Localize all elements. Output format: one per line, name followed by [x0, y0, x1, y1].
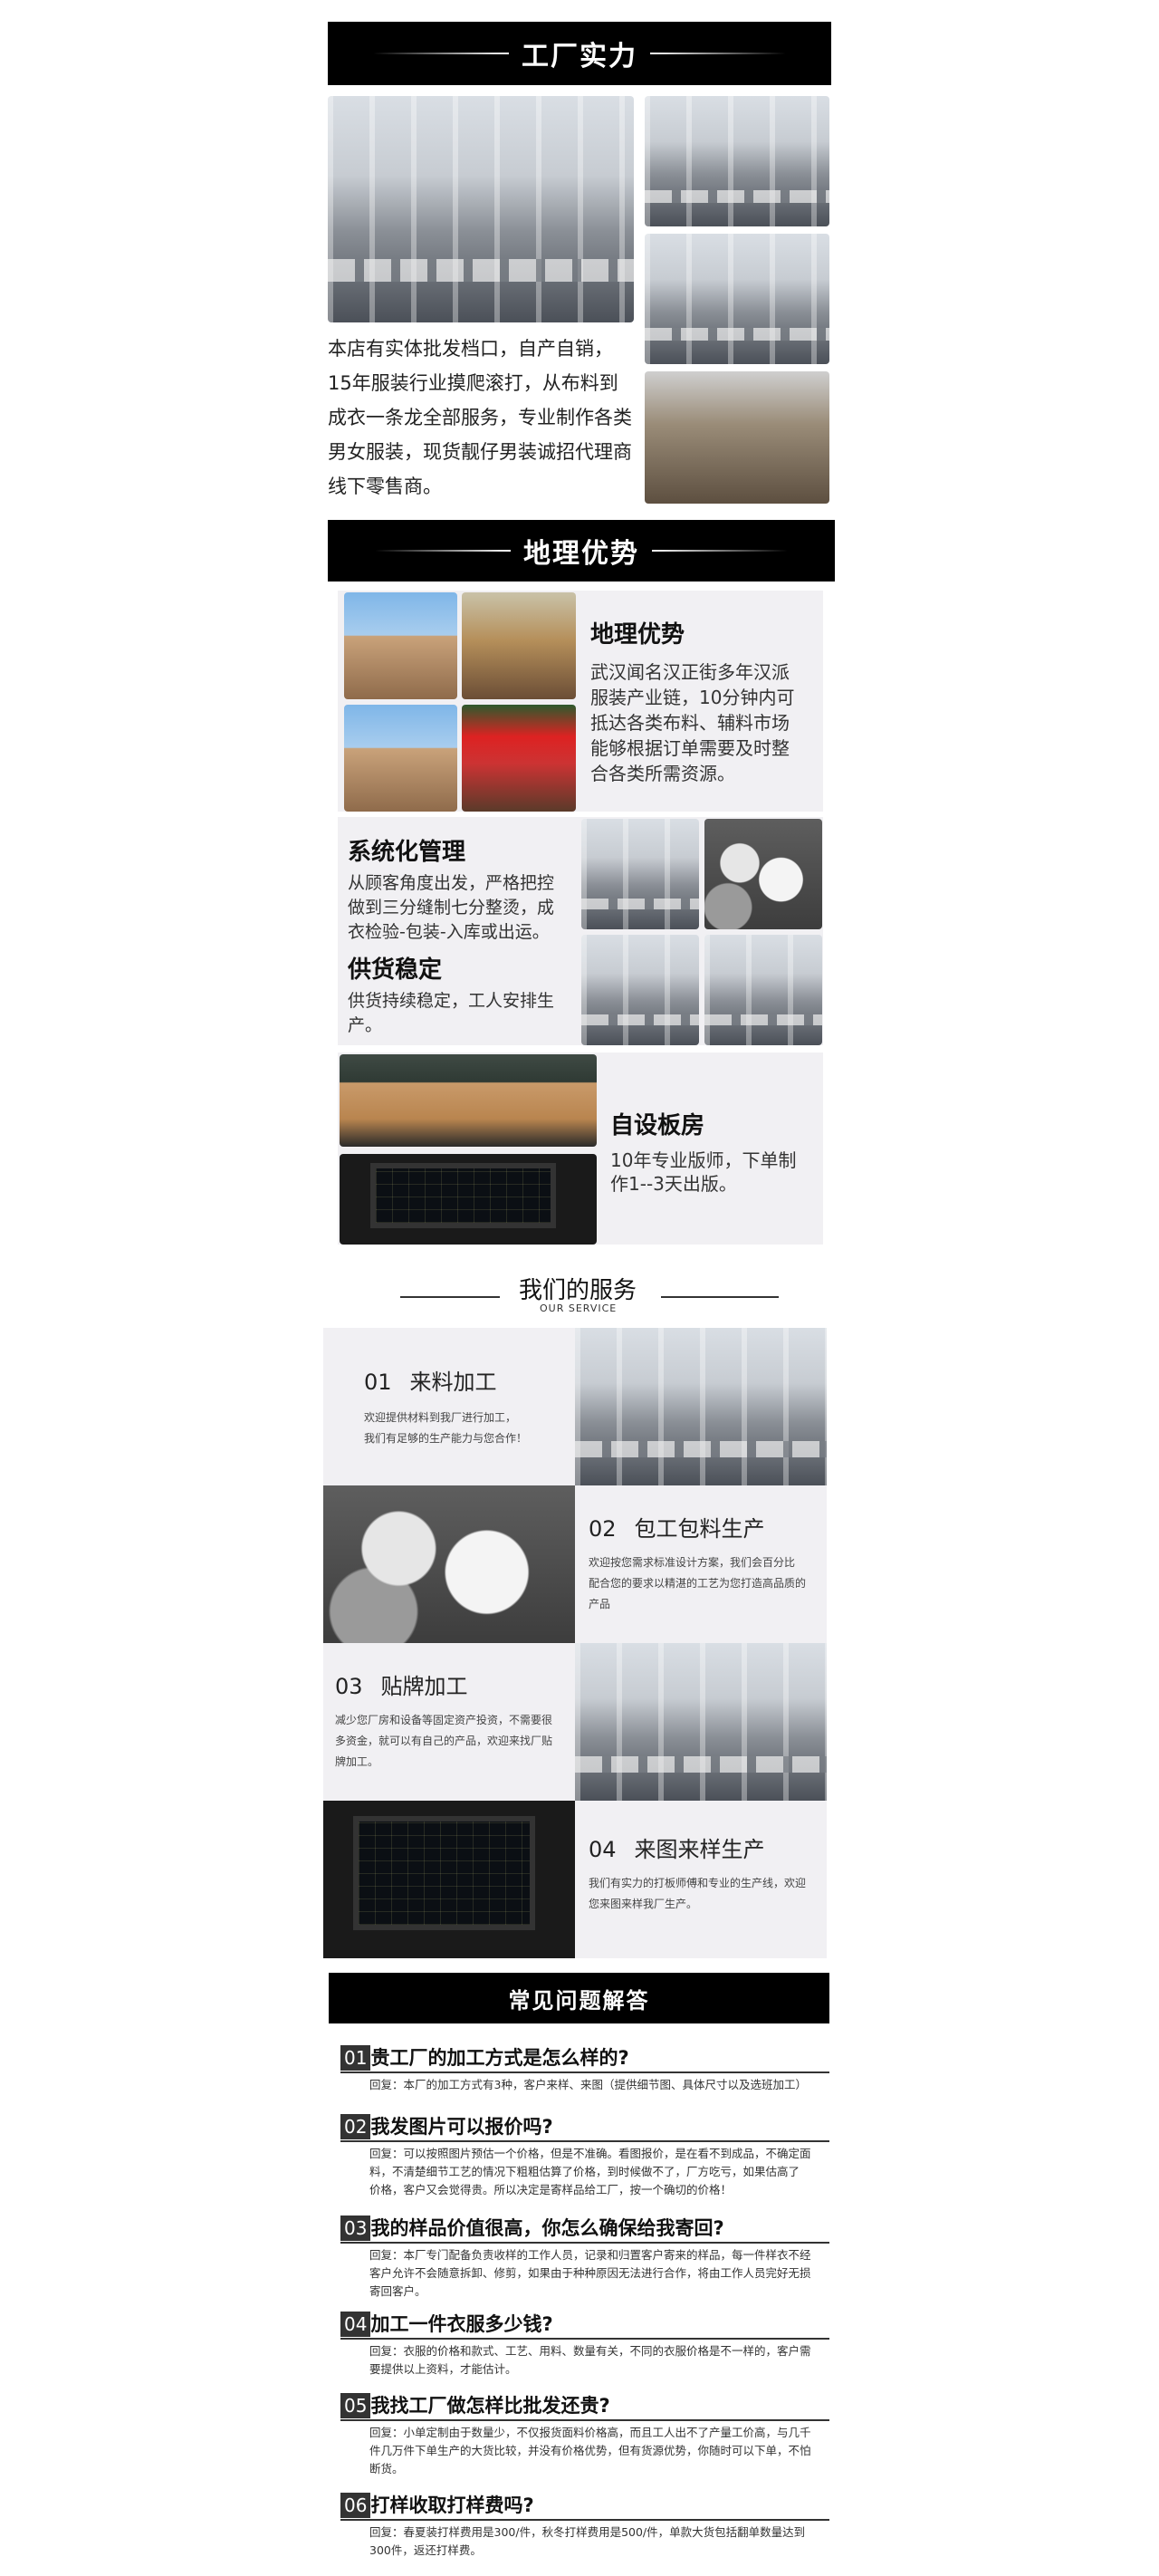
service-title-02: 02 包工包料生产 [589, 1511, 765, 1543]
banner-line-right [650, 53, 786, 54]
service-photo-04 [323, 1801, 575, 1958]
faq-number: 01 [340, 2045, 371, 2071]
factory-strength-title: 工厂实力 [522, 41, 637, 72]
faq-item-06: 06 打样收取打样费吗? [340, 2491, 534, 2518]
service-photo-01 [575, 1328, 827, 1485]
service-card-01 [323, 1328, 575, 1485]
pattern-room-heading: 自设板房 [610, 1112, 705, 1139]
supply-heading: 供货稳定 [348, 956, 443, 984]
service-line-right [661, 1296, 779, 1298]
service-description-04: 我们有实力的打板师傅和专业的生产线，欢迎 您来图来样我厂生产。 [589, 1877, 807, 1910]
service-name: 包工包料生产 [634, 1516, 765, 1542]
banner-line-left [373, 53, 509, 54]
faq-answer-01: 回复：本厂的加工方式有3种，客户来样、来图（提供细节图、具体尺寸以及选班加工） [369, 2078, 807, 2091]
faq-item-01: 01 贵工厂的加工方式是怎么样的? [340, 2043, 629, 2071]
faq-answer-02: 回复：可以按照图片预估一个价格，但是不准确。看图报价，是在看不到成品，不确定面 … [369, 2147, 811, 2196]
faq-question: 打样收取打样费吗? [370, 2494, 534, 2516]
banner-line-left [375, 550, 511, 552]
service-description-02: 欢迎按您需求标准设计方案，我们会百分比 配合您的要求以精湛的工艺为您打造高品质的… [589, 1556, 807, 1610]
faq-answer-05: 回复：小单定制由于数量少，不仅报货面料价格高，而且工人出不了产量工价高，与几千 … [369, 2426, 811, 2475]
geo-advantage-title: 地理优势 [523, 538, 639, 570]
service-number: 03 [335, 1674, 363, 1699]
faq-rule-04 [340, 2338, 829, 2340]
faq-number: 02 [340, 2114, 371, 2139]
service-name: 来料加工 [409, 1370, 497, 1395]
banner-line-right [652, 550, 788, 552]
faq-item-05: 05 我找工厂做怎样比批发还贵? [340, 2391, 610, 2418]
workshop-photo-4 [704, 819, 822, 929]
monitor [353, 1816, 535, 1930]
services-subtitle: OUR SERVICE [540, 1302, 618, 1314]
faq-answer-03: 回复：本厂专门配备负责收样的工作人员，记录和归置客户寄来的样品，每一件样衣不经 … [369, 2248, 811, 2298]
geo-advantage-banner: 地理优势 [328, 520, 835, 582]
service-number: 04 [589, 1837, 617, 1862]
faq-question: 贵工厂的加工方式是怎么样的? [370, 2047, 629, 2069]
service-number: 01 [364, 1370, 392, 1395]
faq-rule-06 [340, 2519, 829, 2521]
faq-answer-04: 回复：衣服的价格和款式、工艺、用料、数量有关，不同的衣服价格是不一样的，客户需 … [369, 2344, 811, 2376]
faq-question: 我找工厂做怎样比批发还贵? [370, 2395, 610, 2417]
faq-question: 我的样品价值很高，你怎么确保给我寄回? [370, 2217, 724, 2239]
service-number: 02 [589, 1516, 617, 1542]
pattern-room-description: 10年专业版师，下单制 作1--3天出版。 [610, 1149, 797, 1195]
building-photo-2 [344, 705, 457, 812]
faq-item-04: 04 加工一件衣服多少钱? [340, 2310, 553, 2337]
service-description-01: 欢迎提供材料到我厂进行加工， 我们有足够的生产能力与您合作！ [364, 1411, 528, 1445]
service-title-04: 04 来图来样生产 [589, 1831, 765, 1863]
service-description-03: 减少您厂房和设备等固定资产投资，不需要很 多资金，就可以有自己的产品，欢迎来找厂… [335, 1714, 553, 1768]
geo-description: 武汉闻名汉正街多年汉派 服装产业链，10分钟内可 抵达各类布料、辅料市场 能够根… [590, 661, 795, 784]
management-heading: 系统化管理 [348, 839, 466, 866]
service-title-01: 01 来料加工 [364, 1364, 497, 1396]
cutting-machine-photo [340, 1054, 597, 1147]
service-photo-02 [323, 1485, 575, 1643]
factory-workshop-photo-large [328, 96, 634, 322]
building-photo-1 [344, 592, 457, 699]
factory-workshop-photo-2 [645, 234, 829, 364]
service-photo-03 [575, 1643, 827, 1801]
faq-rule-05 [340, 2419, 829, 2421]
faq-number: 06 [340, 2493, 371, 2518]
pattern-software-photo [340, 1154, 597, 1245]
wholesale-shop-photo [645, 371, 829, 504]
faq-rule-03 [340, 2242, 829, 2244]
management-description: 从顾客角度出发，严格把控 做到三分缝制七分整烫，成 衣检验-包装-入库或出运。 [348, 873, 555, 942]
street-photo-1 [462, 592, 576, 699]
monitor [370, 1163, 556, 1228]
workshop-photo-3 [581, 819, 699, 929]
geo-heading: 地理优势 [590, 621, 685, 649]
faq-number: 04 [340, 2312, 371, 2337]
faq-banner: 常见问题解答 [329, 1973, 829, 2023]
market-sign-photo [462, 705, 576, 812]
services-title: 我们的服务 [519, 1277, 637, 1304]
faq-rule-02 [340, 2140, 829, 2142]
service-line-left [400, 1296, 500, 1298]
faq-rule-01 [340, 2071, 829, 2073]
workshop-photo-5 [581, 935, 699, 1045]
service-title-03: 03 贴牌加工 [335, 1668, 468, 1700]
faq-item-02: 02 我发图片可以报价吗? [340, 2112, 553, 2139]
factory-strength-banner: 工厂实力 [328, 22, 831, 85]
faq-number: 05 [340, 2393, 371, 2418]
faq-title: 常见问题解答 [508, 1987, 650, 2014]
supply-description: 供货持续稳定，工人安排生 产。 [348, 991, 555, 1035]
factory-intro-text: 本店有实体批发档口，自产自销， 15年服装行业摸爬滚打，从布料到 成衣一条龙全部… [328, 338, 632, 497]
factory-workshop-photo-1 [645, 96, 829, 226]
faq-question: 我发图片可以报价吗? [370, 2116, 553, 2138]
faq-answer-06: 回复：春夏装打样费用是300/件，秋冬打样费用是500/件，单款大货包括翻单数量… [369, 2525, 806, 2557]
workshop-photo-6 [704, 935, 822, 1045]
faq-number: 03 [340, 2216, 371, 2241]
faq-item-03: 03 我的样品价值很高，你怎么确保给我寄回? [340, 2214, 724, 2241]
service-name: 贴牌加工 [380, 1674, 468, 1699]
service-name: 来图来样生产 [634, 1837, 765, 1862]
faq-question: 加工一件衣服多少钱? [370, 2313, 553, 2335]
